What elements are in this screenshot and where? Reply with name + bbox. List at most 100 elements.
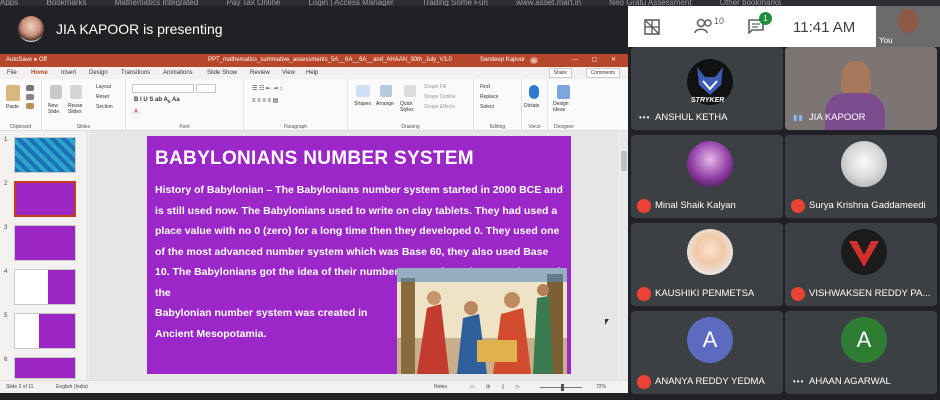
participant-tile[interactable]: A ••• AHAAN AGARWAL (785, 311, 937, 394)
shapes-icon[interactable] (356, 85, 370, 97)
share-button[interactable]: Share (548, 68, 572, 78)
vertical-scrollbar[interactable] (620, 131, 628, 380)
shapes-button[interactable]: Shapes (354, 101, 371, 107)
replace-button[interactable]: Replace (480, 94, 498, 100)
cut-icon[interactable] (26, 85, 34, 91)
reuse-slides-button[interactable]: Reuse Slides (68, 103, 86, 115)
participant-tile[interactable]: A ANANYA REDDY YEDMA (631, 311, 783, 394)
tab-file[interactable]: File (7, 67, 17, 79)
select-button[interactable]: Select (480, 104, 494, 110)
copy-icon[interactable] (26, 94, 34, 100)
tab-slide-show[interactable]: Slide Show (207, 67, 237, 79)
format-painter-icon[interactable] (26, 103, 34, 109)
tab-transitions[interactable]: Transitions (121, 67, 150, 79)
notes-button[interactable]: Notes (434, 381, 447, 393)
thumb-number: 6 (4, 357, 8, 363)
slide-thumbnail-selected[interactable] (14, 181, 76, 217)
chat-notification-badge: 1 (759, 12, 772, 25)
participant-name: ANSHUL KETHA (655, 112, 728, 123)
slide-thumbnail[interactable] (14, 269, 76, 305)
mouse-cursor-icon (605, 319, 609, 325)
dictate-button[interactable]: Dictate (524, 103, 540, 109)
grid-layout-icon[interactable] (644, 19, 660, 35)
group-designer: Design Ideas Designer (548, 79, 580, 131)
zoom-slider-thumb[interactable] (561, 384, 564, 391)
slide-title[interactable]: BABYLONIANS NUMBER SYSTEM (155, 148, 474, 170)
participant-avatar: A (841, 317, 887, 363)
tab-design[interactable]: Design (89, 67, 108, 79)
microphone-icon[interactable] (529, 85, 539, 99)
slide-counter: Slide 2 of 11 (6, 384, 34, 390)
slide-thumbnail[interactable] (14, 137, 76, 173)
participant-name: Minal Shaik Kalyan (655, 200, 736, 211)
group-label: Drawing (401, 124, 420, 130)
scrollbar-thumb[interactable] (621, 151, 627, 171)
group-font: B I U S ab Av Aa A Font (126, 79, 244, 131)
slide-thumbnail[interactable] (14, 313, 76, 349)
paste-icon[interactable] (6, 85, 20, 101)
tab-help[interactable]: Help (306, 67, 318, 79)
arrange-icon[interactable] (380, 85, 392, 97)
paste-button[interactable]: Paste (6, 104, 19, 110)
layout-button[interactable]: Layout (96, 84, 111, 90)
slide-edit-area[interactable]: BABYLONIANS NUMBER SYSTEM History of Bab… (89, 131, 619, 380)
slide-thumbnail[interactable] (14, 225, 76, 261)
presenter-bar: JIA KAPOOR is presenting (0, 6, 628, 54)
slide-thumbnail[interactable] (14, 357, 76, 379)
arrange-button[interactable]: Arrange (376, 101, 394, 107)
list-buttons[interactable]: ☰ ☷ ⇤ ⇥ ↕ (252, 85, 282, 92)
shape-effects-button[interactable]: Shape Effects (424, 104, 455, 110)
group-label: Designer (553, 124, 574, 130)
new-slide-button[interactable]: New Slide (48, 103, 66, 115)
self-view-tile[interactable]: You (876, 6, 940, 47)
participant-tile[interactable]: Surya Krishna Gaddameedi (785, 135, 937, 218)
shape-outline-button[interactable]: Shape Outline (424, 94, 456, 100)
user-name[interactable]: Sandeep Kapoor (480, 54, 525, 67)
font-color-button[interactable]: A (134, 109, 138, 115)
design-ideas-icon[interactable] (557, 85, 570, 99)
zoom-level[interactable]: 72% (596, 381, 606, 393)
reset-button[interactable]: Reset (96, 94, 109, 100)
audio-indicator: ••• (639, 113, 651, 122)
presenter-label: JIA KAPOOR is presenting (56, 21, 223, 37)
quick-styles-icon[interactable] (404, 85, 416, 97)
tab-view[interactable]: View (282, 67, 295, 79)
font-family-select[interactable] (132, 84, 194, 93)
group-drawing: Shapes Arrange Quick Styles Shape Fill S… (348, 79, 474, 131)
autosave-toggle[interactable]: AutoSave ● Off (6, 54, 47, 67)
group-clipboard: Paste Clipboard (0, 79, 42, 131)
user-avatar[interactable]: SK (530, 57, 538, 64)
tab-review[interactable]: Review (250, 67, 270, 79)
window-controls[interactable]: — ▢ ✕ (572, 54, 622, 67)
participant-tile[interactable]: VISHWAKSEN REDDY PA... (785, 223, 937, 306)
thumb-number: 1 (4, 137, 8, 143)
participant-avatar: A (687, 317, 733, 363)
group-slides: New Slide Reuse Slides Layout Reset Sect… (42, 79, 126, 131)
participant-tile[interactable]: STRYKER ••• ANSHUL KETHA (631, 47, 783, 130)
comments-button[interactable]: Comments (585, 68, 620, 78)
current-slide[interactable]: BABYLONIANS NUMBER SYSTEM History of Bab… (147, 136, 571, 374)
shape-fill-button[interactable]: Shape Fill (424, 84, 446, 90)
design-ideas-button[interactable]: Design Ideas (553, 101, 577, 113)
find-button[interactable]: Find (480, 84, 490, 90)
group-label: Paragraph (283, 124, 308, 130)
participant-tile[interactable]: KAUSHIKI PENMETSA (631, 223, 783, 306)
align-buttons[interactable]: ≡ ≡ ≡ ≡ ▤ (252, 97, 278, 104)
tab-animations[interactable]: Animations (163, 67, 193, 79)
tab-insert[interactable]: Insert (61, 67, 76, 79)
meet-top-bar: 10 1 11:41 AM You (628, 6, 940, 47)
babylonian-illustration[interactable] (397, 268, 567, 374)
people-icon[interactable] (694, 18, 714, 34)
font-format-buttons[interactable]: B I U S ab Av Aa (134, 97, 180, 105)
view-buttons[interactable]: ▭ ⊞ ▯ ▷ (470, 381, 525, 393)
ribbon-tabs: File Home Insert Design Transitions Anim… (0, 67, 628, 81)
section-button[interactable]: Section (96, 104, 113, 110)
new-slide-icon[interactable] (50, 85, 62, 99)
participant-tile-video[interactable]: ▮▮ JIA KAPOOR (785, 47, 937, 130)
quick-styles-button[interactable]: Quick Styles (400, 101, 420, 113)
mic-off-icon (791, 199, 805, 213)
participant-tile[interactable]: Minal Shaik Kalyan (631, 135, 783, 218)
language-indicator[interactable]: English (India) (56, 381, 88, 393)
reuse-slides-icon[interactable] (70, 85, 82, 99)
font-size-select[interactable] (196, 84, 216, 93)
